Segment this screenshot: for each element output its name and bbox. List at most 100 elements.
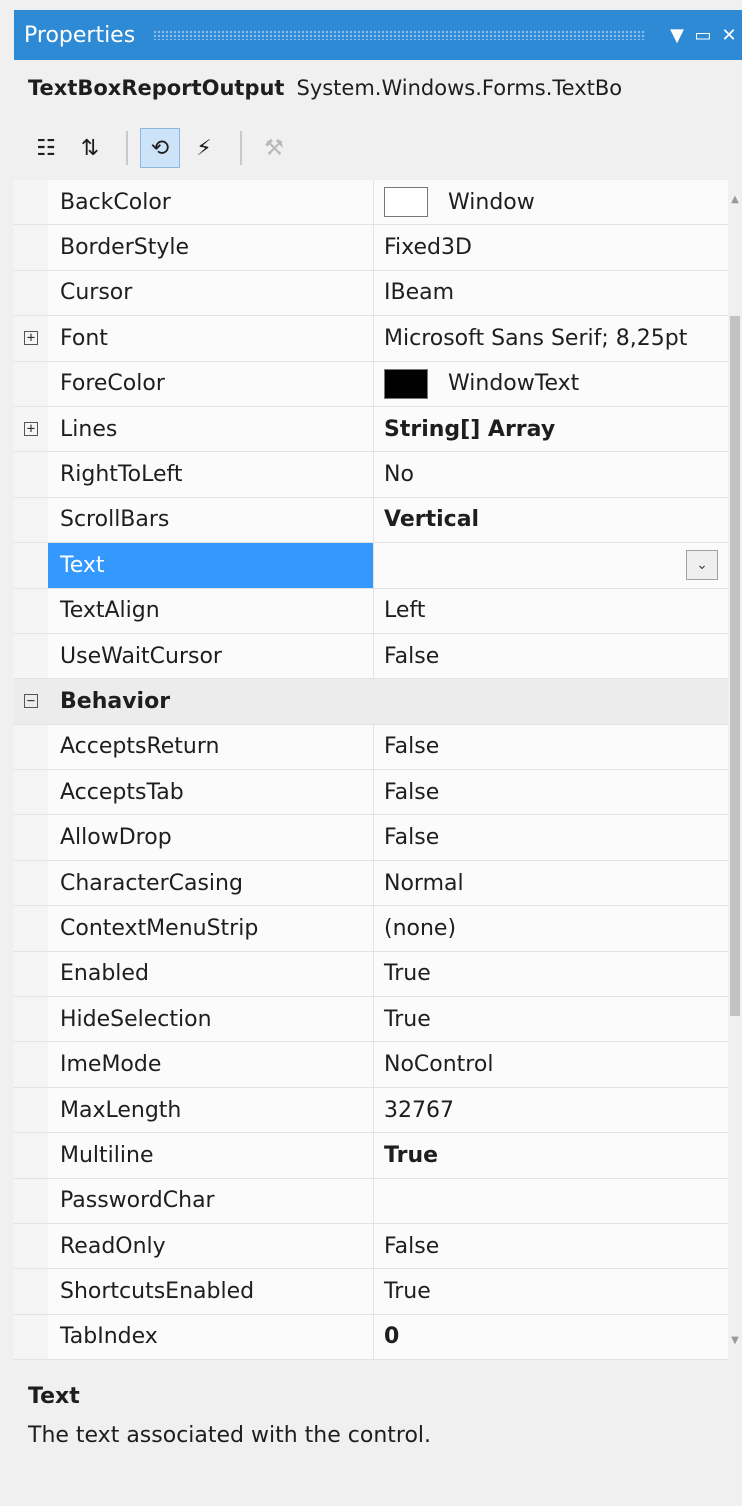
property-row-righttoleft[interactable]: RightToLeft No: [14, 452, 742, 498]
property-value[interactable]: False: [374, 815, 742, 860]
property-name: Text: [48, 543, 374, 588]
property-value[interactable]: No: [374, 452, 742, 497]
property-value[interactable]: Vertical: [374, 497, 742, 543]
property-value-text: Fixed3D: [384, 235, 472, 261]
property-name: Lines: [48, 406, 374, 452]
property-row-text[interactable]: Text ⌄: [14, 543, 742, 589]
row-gutter: [14, 1042, 48, 1086]
scroll-down-icon[interactable]: ▼: [728, 1335, 742, 1346]
toolbar-separator: [126, 131, 128, 165]
property-value[interactable]: True: [374, 997, 742, 1042]
row-gutter: [14, 1088, 48, 1132]
property-value[interactable]: False: [374, 770, 742, 815]
events-icon[interactable]: ⚡: [184, 128, 224, 168]
property-row-passwordchar[interactable]: PasswordChar: [14, 1178, 742, 1224]
property-row-lines[interactable]: + Lines String[] Array: [14, 406, 742, 453]
property-row-textalign[interactable]: TextAlign Left: [14, 588, 742, 634]
property-value[interactable]: WindowText: [374, 361, 742, 406]
property-row-scrollbars[interactable]: ScrollBars Vertical: [14, 497, 742, 544]
property-value[interactable]: True: [374, 951, 742, 997]
property-row-forecolor[interactable]: ForeColor WindowText: [14, 361, 742, 407]
property-row-font[interactable]: + Font Microsoft Sans Serif; 8,25pt: [14, 316, 742, 362]
property-value-text: NoControl: [384, 1052, 494, 1078]
row-gutter: [14, 180, 48, 224]
property-row-backcolor[interactable]: BackColor Window: [14, 180, 742, 226]
property-value[interactable]: [374, 1178, 742, 1223]
scroll-thumb[interactable]: [730, 316, 740, 1016]
property-name: AcceptsReturn: [48, 724, 374, 770]
property-value[interactable]: Normal: [374, 860, 742, 906]
row-gutter: [14, 725, 48, 769]
property-value-text: True: [384, 961, 431, 987]
scroll-up-icon[interactable]: ▲: [728, 194, 742, 205]
property-name: BorderStyle: [48, 225, 374, 270]
property-name: ScrollBars: [48, 497, 374, 543]
property-value[interactable]: 32767: [374, 1087, 742, 1133]
property-row-acceptsreturn[interactable]: AcceptsReturn False: [14, 724, 742, 771]
properties-title-bar: Properties ▼ ▭ ✕: [14, 10, 742, 60]
property-row-acceptstab[interactable]: AcceptsTab False: [14, 770, 742, 816]
property-row-tabindex[interactable]: TabIndex 0: [14, 1314, 742, 1360]
property-value[interactable]: False: [374, 724, 742, 770]
property-value[interactable]: NoControl: [374, 1042, 742, 1087]
property-value[interactable]: (none): [374, 906, 742, 951]
property-value[interactable]: False: [374, 633, 742, 679]
properties-icon[interactable]: ⟲: [140, 128, 180, 168]
property-value[interactable]: ⌄: [374, 543, 742, 588]
row-gutter: [14, 1315, 48, 1359]
alphabetical-icon[interactable]: ⇅: [70, 128, 110, 168]
property-row-charactercasing[interactable]: CharacterCasing Normal: [14, 860, 742, 907]
row-gutter: [14, 906, 48, 950]
property-name: AcceptsTab: [48, 770, 374, 815]
property-value[interactable]: IBeam: [374, 270, 742, 316]
property-row-imemode[interactable]: ImeMode NoControl: [14, 1042, 742, 1088]
property-value[interactable]: True: [374, 1269, 742, 1314]
property-name: Enabled: [48, 951, 374, 997]
row-gutter: [14, 1133, 48, 1177]
property-name: RightToLeft: [48, 452, 374, 497]
property-value[interactable]: 0: [374, 1314, 742, 1360]
property-row-usewaitcursor[interactable]: UseWaitCursor False: [14, 633, 742, 680]
close-icon[interactable]: ✕: [716, 25, 742, 46]
maximize-icon[interactable]: ▭: [690, 25, 716, 46]
collapse-icon[interactable]: −: [24, 694, 38, 709]
property-value-text: (none): [384, 915, 457, 941]
property-row-multiline[interactable]: Multiline True: [14, 1133, 742, 1179]
property-name: Font: [48, 316, 374, 361]
expand-icon[interactable]: +: [24, 331, 38, 346]
dropdown-button-icon[interactable]: ⌄: [686, 550, 718, 581]
property-row-contextmenustrip[interactable]: ContextMenuStrip (none): [14, 906, 742, 952]
property-value[interactable]: Left: [374, 588, 742, 633]
property-name: ForeColor: [48, 361, 374, 406]
property-value[interactable]: True: [374, 1133, 742, 1178]
property-value[interactable]: Window: [374, 180, 742, 225]
property-row-maxlength[interactable]: MaxLength 32767: [14, 1087, 742, 1134]
property-grid[interactable]: BackColor Window BorderStyle Fixed3D Cursor I…: [14, 180, 742, 1360]
grid-scrollbar[interactable]: ▲ ▼: [728, 180, 742, 1360]
property-name: HideSelection: [48, 997, 374, 1042]
object-selector[interactable]: TextBoxReportOutput System.Windows.Forms…: [14, 60, 742, 116]
expand-icon[interactable]: +: [24, 422, 38, 437]
row-gutter: [14, 271, 48, 315]
categorized-icon[interactable]: ☷: [26, 128, 66, 168]
row-gutter: [14, 770, 48, 814]
property-row-enabled[interactable]: Enabled True: [14, 951, 742, 998]
dropdown-arrow-icon[interactable]: ▼: [664, 25, 690, 46]
property-row-allowdrop[interactable]: AllowDrop False: [14, 815, 742, 861]
row-gutter: [14, 362, 48, 406]
property-value[interactable]: String[] Array: [374, 406, 742, 452]
title-grip[interactable]: [153, 30, 646, 40]
property-row-borderstyle[interactable]: BorderStyle Fixed3D: [14, 225, 742, 271]
property-value-text: WindowText: [448, 371, 580, 397]
property-value[interactable]: Fixed3D: [374, 225, 742, 270]
property-row-readonly[interactable]: ReadOnly False: [14, 1223, 742, 1270]
property-name: BackColor: [48, 180, 374, 225]
property-value-text: False: [384, 643, 440, 669]
property-value[interactable]: Microsoft Sans Serif; 8,25pt: [374, 316, 742, 361]
property-row-hideselection[interactable]: HideSelection True: [14, 997, 742, 1043]
property-row-shortcutsenabled[interactable]: ShortcutsEnabled True: [14, 1269, 742, 1315]
category-row-behavior[interactable]: − Behavior: [14, 679, 742, 725]
property-row-cursor[interactable]: Cursor IBeam: [14, 270, 742, 317]
property-value[interactable]: False: [374, 1223, 742, 1269]
row-gutter: [14, 1269, 48, 1313]
